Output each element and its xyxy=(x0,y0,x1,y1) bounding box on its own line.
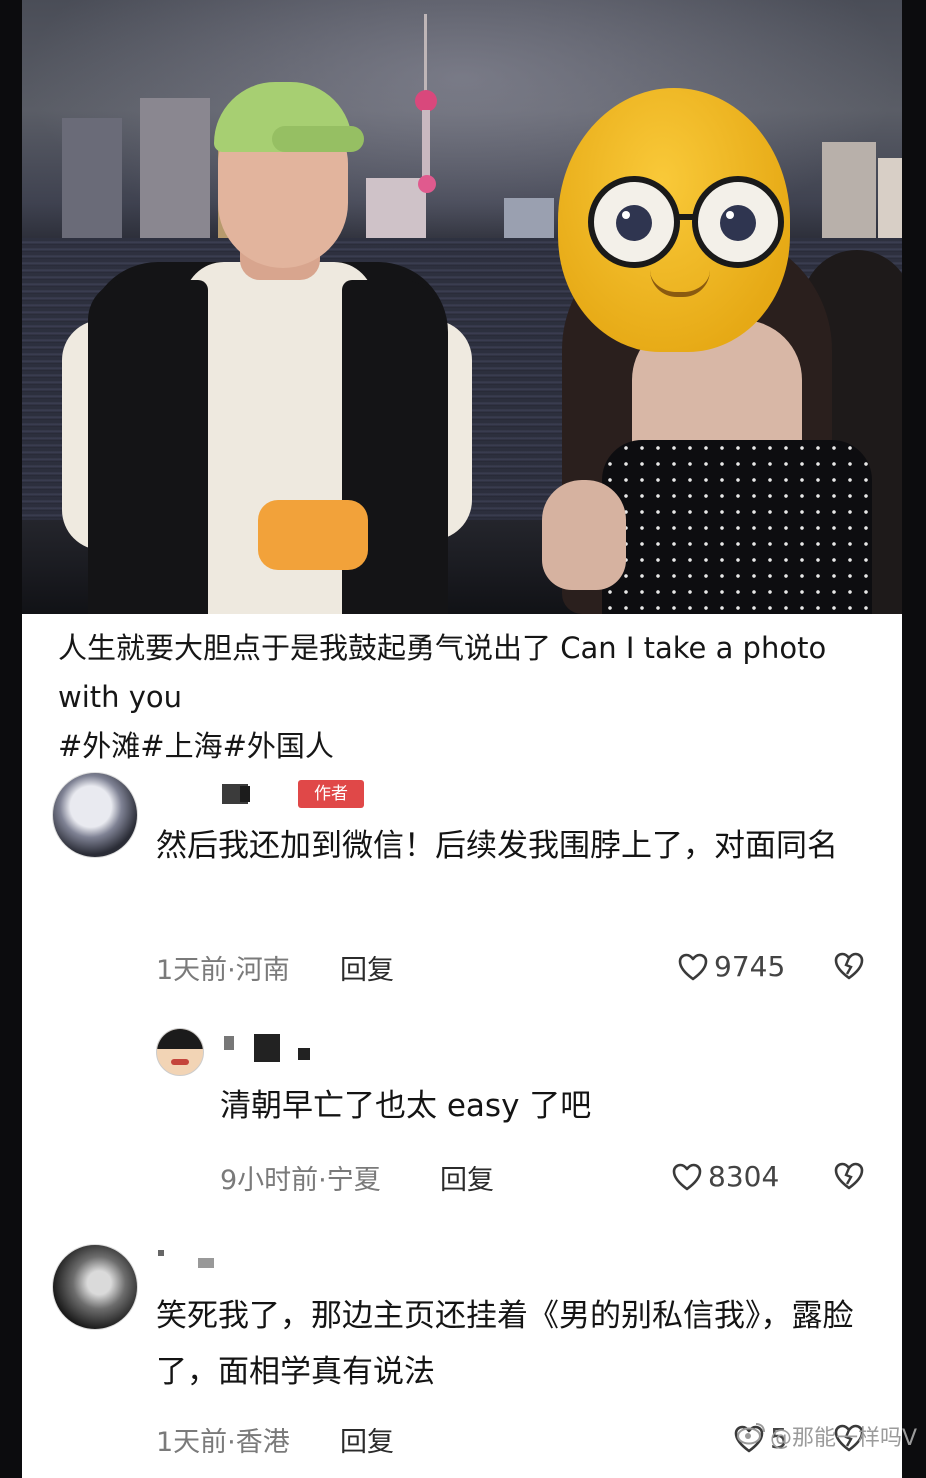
building xyxy=(366,178,426,238)
heart-outline-icon xyxy=(678,953,708,981)
watermark: @那能一样吗V xyxy=(736,1420,917,1452)
green-cap xyxy=(272,126,364,152)
emoji-eye xyxy=(588,176,680,268)
emoji-eye xyxy=(692,176,784,268)
tv-tower xyxy=(422,110,430,180)
reply-button[interactable]: 回复 xyxy=(340,948,394,987)
like-button[interactable]: 9745 xyxy=(678,950,785,983)
comment-meta: 9小时前·宁夏 xyxy=(220,1165,381,1196)
comment-meta: 1天前·香港 xyxy=(156,1427,290,1458)
glasses-bridge xyxy=(674,214,698,220)
username-redacted xyxy=(158,1250,164,1256)
reply-button[interactable]: 回复 xyxy=(340,1420,394,1459)
building xyxy=(822,142,876,238)
avatar[interactable] xyxy=(156,1028,204,1076)
hashtags[interactable]: #外滩#上海#外国人 xyxy=(58,722,878,771)
building xyxy=(62,118,122,238)
post-caption: 人生就要大胆点于是我鼓起勇气说出了 Can I take a photo wit… xyxy=(58,624,878,771)
author-badge: 作者 xyxy=(298,780,364,808)
like-count: 9745 xyxy=(714,950,786,983)
building xyxy=(878,158,902,238)
broken-heart-icon[interactable] xyxy=(834,1162,864,1190)
like-button[interactable]: 8304 xyxy=(672,1160,779,1193)
post-photo[interactable] xyxy=(22,0,902,614)
comment-text: 然后我还加到微信！后续发我围脖上了，对面同名 xyxy=(156,828,838,864)
man-figure xyxy=(88,280,208,614)
building xyxy=(140,98,210,238)
comment-text: 清朝早亡了也太 easy 了吧 xyxy=(220,1088,592,1124)
broken-heart-icon[interactable] xyxy=(834,952,864,980)
weibo-icon xyxy=(736,1421,766,1451)
screenshot-card: 人生就要大胆点于是我鼓起勇气说出了 Can I take a photo wit… xyxy=(22,0,902,1478)
avatar[interactable] xyxy=(52,1244,138,1330)
watermark-text: @那能一样吗V xyxy=(770,1426,918,1451)
username-redacted xyxy=(298,1048,310,1060)
username-redacted xyxy=(240,786,250,802)
peace-sign-hand xyxy=(542,480,626,590)
username-redacted xyxy=(224,1036,234,1050)
username-redacted xyxy=(198,1258,214,1268)
heart-outline-icon xyxy=(672,1163,702,1191)
username-redacted xyxy=(254,1034,280,1062)
tv-tower xyxy=(415,90,437,112)
building xyxy=(504,198,554,238)
shirt-logo xyxy=(258,500,368,570)
reply-button[interactable]: 回复 xyxy=(440,1158,494,1197)
comment-text: 笑死我了，那边主页还挂着《男的别私信我》，露脸了，面相学真有说法 xyxy=(156,1298,854,1390)
comment-meta: 1天前·河南 xyxy=(156,955,290,986)
like-count: 8304 xyxy=(708,1160,780,1193)
avatar[interactable] xyxy=(52,772,138,858)
caption-text: 人生就要大胆点于是我鼓起勇气说出了 Can I take a photo wit… xyxy=(58,631,827,714)
woman-dress xyxy=(602,440,872,614)
tv-tower xyxy=(418,175,436,193)
